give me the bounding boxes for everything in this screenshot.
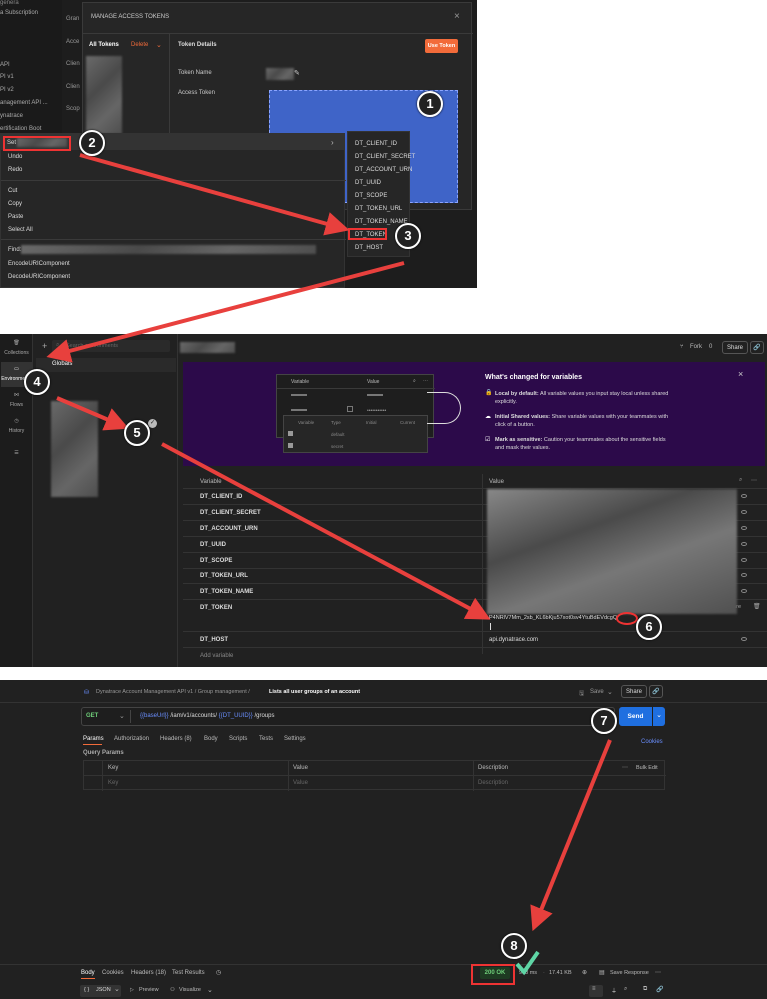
annotation-arrows [46, 153, 612, 976]
step-badge-6: 6 [636, 614, 662, 640]
step-badge-2: 2 [79, 130, 105, 156]
step-badge-5: 5 [124, 420, 150, 446]
arrow-5-6 [161, 442, 491, 620]
step-badge-7: 7 [591, 708, 617, 734]
arrow-7-8 [530, 739, 612, 932]
step-badge-4: 4 [24, 369, 50, 395]
step-badge-3: 3 [395, 223, 421, 249]
step-badge-8: 8 [501, 933, 527, 959]
step-badge-1: 1 [417, 91, 443, 117]
arrow-3-4 [46, 261, 405, 363]
arrow-4-5 [56, 396, 130, 431]
arrow-2-3 [79, 153, 350, 236]
